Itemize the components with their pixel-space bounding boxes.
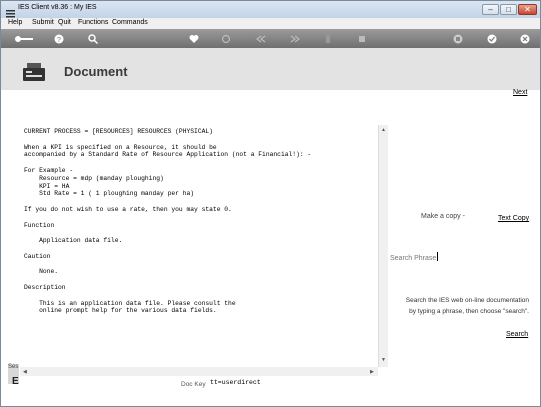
minimize-button[interactable]: – [482,4,499,15]
scroll-down-icon[interactable]: ▼ [381,357,386,363]
page-header: Document [1,48,540,90]
search-icon[interactable] [88,34,98,44]
check-icon[interactable] [487,34,497,44]
app-logo-icon [6,5,15,18]
print-icon[interactable] [453,34,463,44]
document-line: KPI = HA [24,182,70,190]
search-phrase-label: Search Phrase [390,255,437,262]
document-line: Caution [24,252,51,260]
maximize-button[interactable]: □ [500,4,517,15]
forward-icon[interactable] [290,34,300,44]
make-copy-label: Make a copy - [421,213,465,220]
stop-icon[interactable] [357,34,367,44]
document-line: CURRENT PROCESS = [RESOURCES] RESOURCES … [24,128,213,135]
menu-submit[interactable]: Submit [32,19,54,26]
next-link[interactable]: Next [513,89,527,96]
help-text-line-1: Search the IES web on-line documentation [405,297,529,304]
search-phrase-input[interactable] [437,252,438,261]
svg-text:?: ? [57,37,61,44]
document-line: Application data file. [24,237,123,245]
document-line: Std Rate = 1 ( 1 ploughing manday per ha… [24,190,195,198]
document-line: This is an application data file. Please… [24,299,236,307]
scroll-right-icon[interactable]: ▶ [370,369,374,375]
document-line: Function [24,221,55,229]
side-tab-label: Ses [8,364,19,370]
scroll-up-icon[interactable]: ▲ [381,127,386,133]
document-line: None. [24,268,59,276]
document-line: Description [24,284,66,291]
document-line: Resource = mdp (manday ploughing) [24,174,164,182]
document-line: online prompt help for the various data … [24,307,217,315]
search-link[interactable]: Search [506,331,528,338]
menu-functions[interactable]: Functions [78,19,108,26]
refresh-icon[interactable] [221,34,231,44]
bookmark-icon[interactable] [323,34,333,44]
text-copy-link[interactable]: Text Copy [498,215,529,222]
vertical-scrollbar[interactable]: ▲ ▼ [378,125,388,367]
help-icon[interactable]: ? [54,34,64,44]
app-window: IES Client v8.36 : My IES – □ ✕ Help Sub… [0,0,541,407]
document-line: For Example - [24,167,74,174]
menu-commands[interactable]: Commands [112,19,148,26]
close-icon[interactable] [520,34,530,44]
page-title: Document [64,64,128,79]
heart-icon[interactable] [189,34,199,44]
side-tab-icon: E [12,376,19,387]
menu-bar: Help Submit Quit Functions Commands [1,18,540,29]
title-bar: IES Client v8.36 : My IES – □ ✕ [1,1,540,18]
window-title: IES Client v8.36 : My IES [18,4,97,11]
help-text-line-2: by typing a phrase, then choose "search"… [409,308,529,315]
window-close-button[interactable]: ✕ [518,4,537,15]
document-text-area[interactable]: CURRENT PROCESS = [RESOURCES] RESOURCES … [20,125,378,367]
document-icon [23,63,45,83]
doc-key-label: Doc Key [181,381,206,388]
document-line: If you do not wish to use a rate, then y… [24,206,232,213]
doc-key-value: tt=userdirect [210,379,261,386]
toolbar: ? [1,29,540,48]
scroll-left-icon[interactable]: ◀ [23,369,27,375]
document-line: accompanied by a Standard Rate of Resour… [24,151,312,159]
rewind-icon[interactable] [256,34,266,44]
horizontal-scrollbar[interactable]: ◀ ▶ [20,367,378,376]
menu-help[interactable]: Help [8,19,22,26]
menu-quit[interactable]: Quit [58,19,71,26]
key-icon[interactable] [14,34,34,44]
document-line: When a KPI is specified on a Resource, i… [24,143,217,151]
